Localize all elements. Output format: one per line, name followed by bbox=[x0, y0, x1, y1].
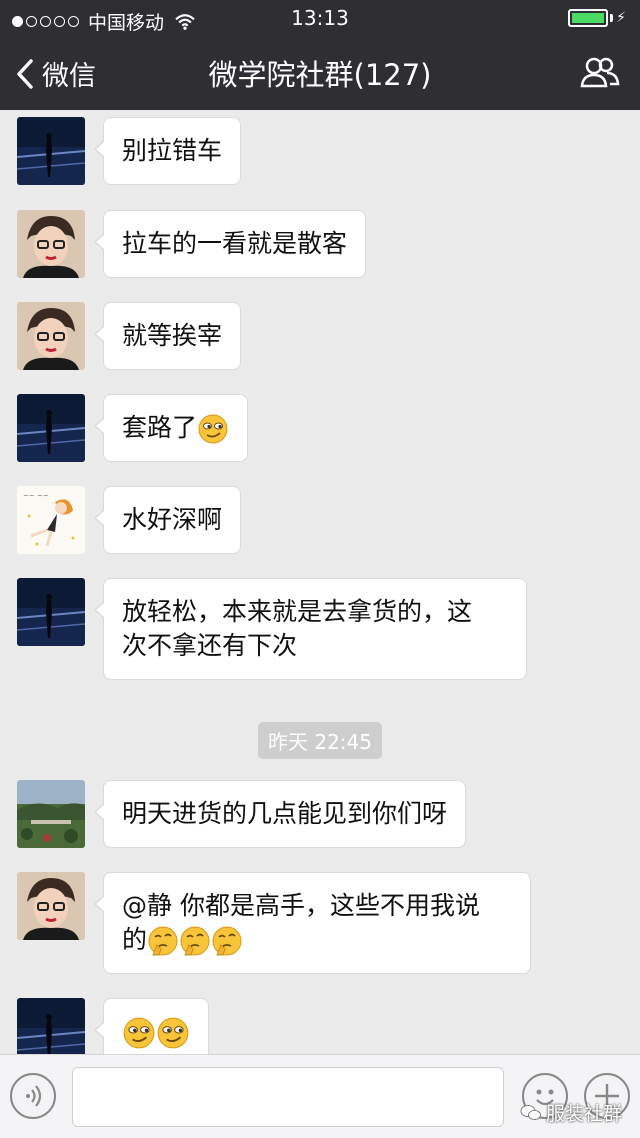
voice-button[interactable] bbox=[10, 1073, 56, 1119]
night-sea-avatar[interactable] bbox=[17, 578, 85, 646]
status-time: 13:13 bbox=[291, 6, 349, 30]
charging-bolt-icon: ⚡ bbox=[616, 10, 626, 26]
message-text-line: 放轻松，本来就是去拿货的，这 bbox=[122, 597, 473, 626]
group-members-icon[interactable] bbox=[580, 56, 620, 88]
night-sea-avatar[interactable] bbox=[17, 394, 85, 462]
message-bubble[interactable]: 明天进货的几点能见到你们呀 bbox=[93, 780, 467, 848]
thinking-emoji-icon bbox=[180, 926, 210, 956]
timestamp-divider: 昨天 22:45 bbox=[0, 722, 640, 759]
glasses-woman-avatar[interactable] bbox=[17, 302, 85, 370]
thinking-emoji-icon bbox=[148, 926, 178, 956]
input-bar: 服装社群 bbox=[0, 1054, 640, 1138]
top-bar: 中国移动 13:13 ⚡ 微信 微学院社群(127) bbox=[0, 0, 640, 110]
message-text: 就等挨宰 bbox=[122, 321, 223, 350]
message-item: 就等挨宰 bbox=[17, 302, 242, 370]
message-text: 明天进货的几点能见到你们呀 bbox=[122, 799, 448, 828]
message-item: ~~ ~~ 水好深啊 bbox=[17, 486, 242, 554]
chat-area[interactable]: 别拉错车 拉车的一看就是散客 就等挨宰 套路了 ~~ ~~ 水好深啊 放轻松，本… bbox=[0, 110, 640, 1054]
message-bubble[interactable]: 别拉错车 bbox=[93, 117, 242, 185]
message-item: @静 你都是高手，这些不用我说 的 bbox=[17, 872, 531, 974]
nav-bar: 微信 微学院社群(127) bbox=[0, 36, 640, 110]
night-sea-avatar[interactable] bbox=[17, 998, 85, 1054]
message-text: 的 bbox=[122, 925, 148, 954]
message-item: 明天进货的几点能见到你们呀 bbox=[17, 780, 467, 848]
message-text-line-with-emoji: 的 bbox=[122, 923, 512, 957]
message-bubble[interactable]: 水好深啊 bbox=[93, 486, 242, 554]
timestamp-text: 昨天 22:45 bbox=[258, 722, 382, 759]
message-input[interactable] bbox=[72, 1067, 504, 1127]
message-item bbox=[17, 998, 209, 1054]
message-item: 别拉错车 bbox=[17, 117, 242, 185]
watermark-text: 服装社群 bbox=[545, 1103, 622, 1125]
message-text-line: 次不拿还有下次 bbox=[122, 631, 298, 660]
message-text-line: @静 你都是高手，这些不用我说 bbox=[122, 891, 480, 920]
svg-text:~~ ~~: ~~ ~~ bbox=[23, 492, 49, 500]
smirk-emoji-icon bbox=[198, 414, 228, 444]
glasses-woman-avatar[interactable] bbox=[17, 210, 85, 278]
smirk-emoji-icon bbox=[123, 1017, 155, 1049]
message-item: 放轻松，本来就是去拿货的，这 次不拿还有下次 bbox=[17, 578, 527, 680]
cartoon-girl-avatar[interactable]: ~~ ~~ bbox=[17, 486, 85, 554]
message-bubble[interactable] bbox=[94, 998, 209, 1054]
chat-title: 微学院社群(127) bbox=[208, 58, 432, 92]
status-bar: 中国移动 13:13 ⚡ bbox=[0, 0, 640, 36]
smirk-emoji-icon bbox=[157, 1017, 189, 1049]
message-item: 套路了 bbox=[17, 394, 249, 462]
glasses-woman-avatar[interactable] bbox=[17, 872, 85, 940]
message-bubble[interactable]: 放轻松，本来就是去拿货的，这 次不拿还有下次 bbox=[94, 578, 527, 680]
watermark: 服装社群 bbox=[520, 1099, 622, 1126]
message-bubble[interactable]: @静 你都是高手，这些不用我说 的 bbox=[94, 872, 531, 974]
message-text: 水好深啊 bbox=[122, 505, 223, 534]
message-text: 套路了 bbox=[122, 413, 198, 442]
garden-avatar[interactable] bbox=[17, 780, 85, 848]
message-bubble[interactable]: 套路了 bbox=[93, 394, 249, 462]
voice-icon bbox=[26, 1085, 42, 1107]
message-item: 拉车的一看就是散客 bbox=[17, 210, 367, 278]
thinking-emoji-icon bbox=[212, 926, 242, 956]
battery-icon: ⚡ bbox=[568, 9, 626, 27]
night-sea-avatar[interactable] bbox=[17, 117, 85, 185]
message-text: 别拉错车 bbox=[122, 136, 223, 165]
message-bubble[interactable]: 就等挨宰 bbox=[93, 302, 242, 370]
message-bubble[interactable]: 拉车的一看就是散客 bbox=[93, 210, 367, 278]
wechat-logo-icon bbox=[520, 1104, 541, 1120]
message-text: 拉车的一看就是散客 bbox=[122, 229, 348, 258]
